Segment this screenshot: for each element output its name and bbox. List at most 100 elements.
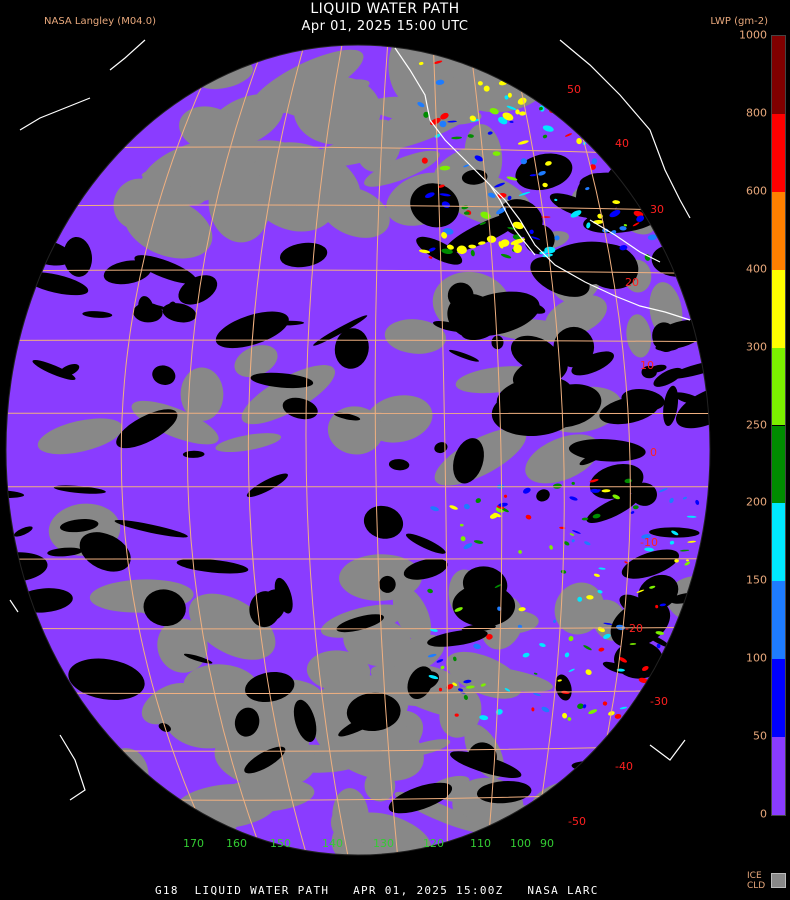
ice-cloud-patch: [6, 824, 77, 855]
high-lwp-patch: [580, 89, 592, 95]
longitude-label: 160: [226, 837, 247, 850]
footer-caption: G18 LIQUID WATER PATH APR 01, 2025 15:00…: [155, 884, 599, 897]
high-lwp-patch: [673, 128, 678, 132]
longitude-label: 170: [183, 837, 204, 850]
high-lwp-patch: [604, 88, 611, 95]
high-lwp-patch: [663, 145, 675, 151]
high-lwp-patch: [551, 93, 556, 97]
high-lwp-patch: [688, 668, 693, 673]
ice-cloud-patch: [661, 823, 689, 855]
high-lwp-patch: [690, 59, 701, 64]
coastline-segment: [59, 734, 86, 801]
high-lwp-patch: [680, 186, 691, 192]
lwp-map: 50403020100-10-20-30-40-50 170 160 150 140 1…: [5, 39, 711, 856]
colorbar-segment: [772, 191, 785, 270]
high-lwp-patch: [660, 221, 671, 224]
longitude-label: 140: [322, 837, 343, 850]
ice-label: ICE: [747, 871, 762, 881]
high-lwp-patch: [613, 154, 621, 158]
high-lwp-patch: [667, 87, 671, 93]
high-lwp-patch: [634, 123, 643, 131]
latitude-label: 40: [615, 137, 629, 150]
coastline-segment: [649, 739, 686, 761]
high-lwp-patch: [692, 74, 696, 80]
latitude-label: -10: [640, 536, 658, 549]
high-lwp-patch: [670, 222, 678, 227]
clear-sky-patch: [621, 703, 694, 740]
high-lwp-patch: [644, 97, 654, 104]
high-lwp-patch: [692, 597, 699, 600]
ice-cloud-patch: [6, 114, 58, 169]
clear-sky-patch: [16, 759, 34, 777]
colorbar-segment: [772, 737, 785, 815]
high-lwp-patch: [563, 111, 572, 119]
high-lwp-patch: [652, 709, 656, 712]
high-lwp-patch: [604, 136, 612, 140]
colorbar-segment: [772, 269, 785, 348]
colorbar-tick-label: 200: [746, 495, 767, 509]
high-lwp-patch: [541, 216, 551, 218]
colorbar-tick-label: 150: [746, 573, 767, 587]
latitude-label: 10: [640, 359, 654, 372]
ice-cloud-patch: [663, 670, 710, 711]
high-lwp-patch: [572, 72, 577, 78]
high-lwp-patch: [681, 665, 685, 670]
clear-sky-patch: [671, 783, 710, 804]
colorbar-segment: [772, 425, 785, 504]
high-lwp-patch: [684, 87, 694, 90]
colorbar-tick-label: 250: [746, 418, 767, 431]
high-lwp-patch: [553, 62, 563, 70]
ice-cloud-patch: [18, 778, 105, 798]
high-lwp-patch: [580, 102, 588, 110]
high-lwp-patch: [676, 71, 686, 79]
high-lwp-patch: [648, 72, 657, 78]
high-lwp-patch: [648, 95, 652, 98]
ice-cloud-swatch: [771, 873, 786, 888]
colorbar-segment: [772, 581, 785, 660]
high-lwp-patch: [693, 204, 704, 211]
high-lwp-patch: [683, 669, 693, 676]
high-lwp-patch: [680, 164, 686, 172]
high-lwp-patch: [555, 72, 565, 80]
high-lwp-patch: [674, 559, 679, 563]
colorbar-tick-label: 300: [746, 340, 767, 354]
latitude-label: 0: [650, 446, 657, 459]
high-lwp-patch: [693, 172, 704, 175]
ice-cloud-patch: [52, 154, 87, 175]
high-lwp-patch: [521, 68, 533, 71]
high-lwp-patch: [689, 664, 698, 670]
colorbar-tick-label: 1000: [739, 28, 767, 42]
high-lwp-patch: [677, 185, 681, 192]
high-lwp-patch: [581, 90, 588, 98]
colorbar-segment: [772, 347, 785, 426]
colorbar-tick-label: 800: [746, 106, 767, 120]
high-lwp-patch: [663, 83, 673, 90]
high-lwp-patch: [644, 132, 655, 136]
clear-sky-patch: [626, 186, 693, 200]
cld-label: CLD: [747, 881, 766, 891]
high-lwp-patch: [518, 70, 530, 77]
colorbar-unit-label: LWP (gm-2): [710, 16, 768, 27]
clear-sky-patch: [614, 740, 673, 774]
colorbar-segment: [772, 503, 785, 582]
coastline-segment: [9, 599, 19, 613]
high-lwp-patch: [678, 174, 688, 182]
coastline-segment: [19, 97, 91, 131]
high-lwp-patch: [675, 679, 681, 683]
high-lwp-patch: [664, 123, 668, 126]
longitude-label: 150: [270, 837, 291, 850]
high-lwp-patch: [513, 74, 521, 77]
high-lwp-patch: [536, 67, 547, 74]
high-lwp-patch: [658, 99, 669, 103]
high-lwp-patch: [570, 115, 583, 120]
latitude-label: -40: [615, 760, 633, 773]
clear-sky-patch: [678, 737, 710, 759]
high-lwp-patch: [628, 181, 638, 187]
coastline-segment: [109, 39, 146, 71]
high-lwp-patch: [687, 677, 697, 681]
high-lwp-patch: [655, 110, 666, 118]
clear-sky-patch: [6, 781, 50, 821]
high-lwp-patch: [691, 73, 700, 79]
high-lwp-patch: [675, 60, 687, 66]
high-lwp-patch: [673, 75, 680, 81]
